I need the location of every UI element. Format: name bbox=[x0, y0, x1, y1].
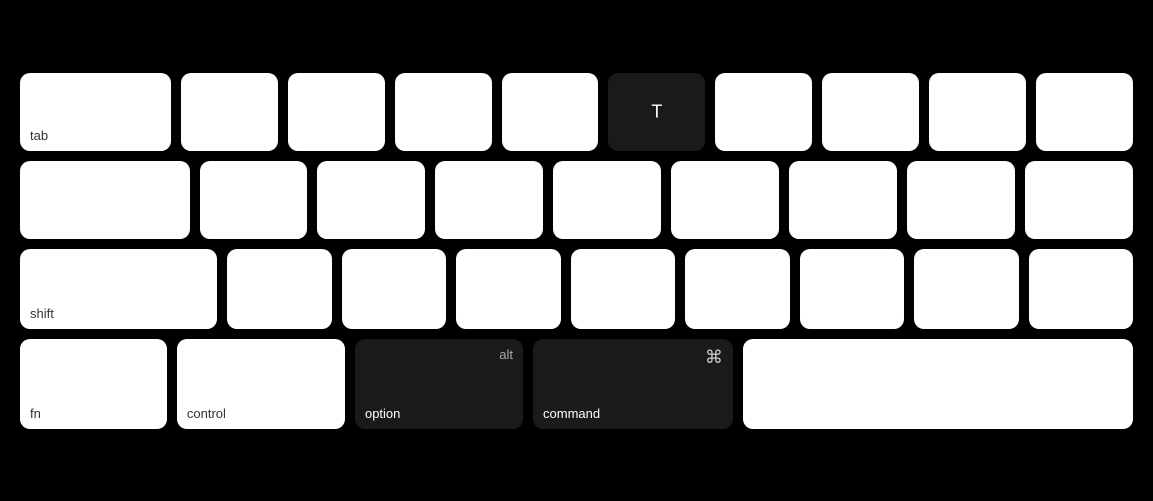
key-command-symbol: ⌘ bbox=[705, 347, 723, 368]
key-o[interactable] bbox=[1036, 73, 1133, 151]
keyboard-row-3: shift bbox=[20, 249, 1133, 329]
key-control[interactable]: control bbox=[177, 339, 345, 429]
key-z[interactable] bbox=[227, 249, 331, 329]
key-f[interactable] bbox=[553, 161, 661, 239]
key-d[interactable] bbox=[435, 161, 543, 239]
key-b[interactable] bbox=[685, 249, 789, 329]
key-g[interactable] bbox=[671, 161, 779, 239]
key-y[interactable] bbox=[715, 73, 812, 151]
key-command[interactable]: ⌘ command bbox=[533, 339, 733, 429]
key-c[interactable] bbox=[456, 249, 560, 329]
key-shift[interactable]: shift bbox=[20, 249, 217, 329]
key-q[interactable] bbox=[181, 73, 278, 151]
key-e[interactable] bbox=[395, 73, 492, 151]
key-t-label: T bbox=[651, 101, 662, 122]
keyboard-row-1: tab T bbox=[20, 73, 1133, 151]
key-n[interactable] bbox=[800, 249, 904, 329]
key-space[interactable] bbox=[743, 339, 1133, 429]
key-k[interactable] bbox=[1025, 161, 1133, 239]
key-x[interactable] bbox=[342, 249, 446, 329]
keyboard-row-2 bbox=[20, 161, 1133, 239]
key-r[interactable] bbox=[502, 73, 599, 151]
key-option[interactable]: alt option bbox=[355, 339, 523, 429]
key-tab[interactable]: tab bbox=[20, 73, 171, 151]
key-option-label: option bbox=[365, 406, 513, 421]
key-m[interactable] bbox=[914, 249, 1018, 329]
key-i[interactable] bbox=[929, 73, 1026, 151]
key-h[interactable] bbox=[789, 161, 897, 239]
key-fn-label: fn bbox=[30, 406, 157, 421]
key-control-label: control bbox=[187, 406, 335, 421]
key-u[interactable] bbox=[822, 73, 919, 151]
key-v[interactable] bbox=[571, 249, 675, 329]
key-tab-label: tab bbox=[30, 128, 161, 143]
key-w[interactable] bbox=[288, 73, 385, 151]
key-a[interactable] bbox=[200, 161, 308, 239]
key-comma[interactable] bbox=[1029, 249, 1133, 329]
key-command-label: command bbox=[543, 406, 723, 421]
key-option-top-label: alt bbox=[499, 347, 513, 362]
keyboard-row-4: fn control alt option ⌘ command bbox=[20, 339, 1133, 429]
key-t[interactable]: T bbox=[608, 73, 705, 151]
key-shift-label: shift bbox=[30, 306, 207, 321]
key-j[interactable] bbox=[907, 161, 1015, 239]
key-fn[interactable]: fn bbox=[20, 339, 167, 429]
key-caps[interactable] bbox=[20, 161, 190, 239]
key-s[interactable] bbox=[317, 161, 425, 239]
keyboard: tab T shift bbox=[0, 0, 1153, 501]
